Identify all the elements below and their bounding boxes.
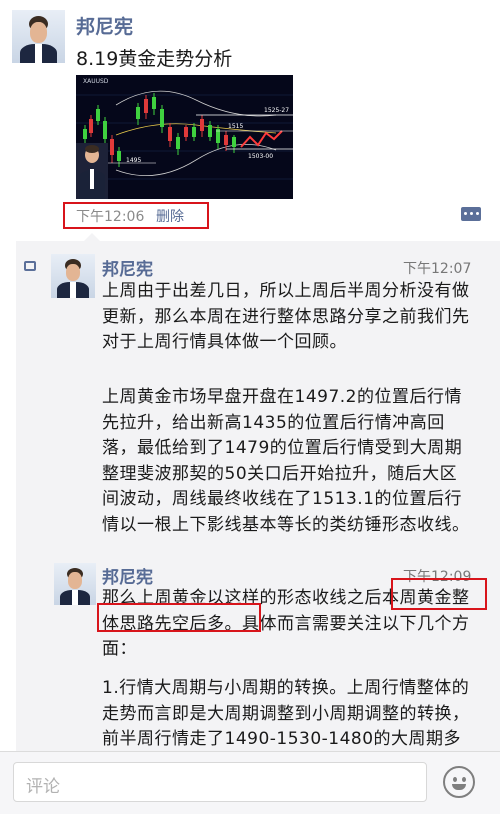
chart-level-label: 1503-00 <box>248 153 273 160</box>
comment-author[interactable]: 邦尼宪 <box>102 563 153 588</box>
post-title: 8.19黄金走势分析 <box>76 48 233 70</box>
chart-level-label: 1525-27 <box>264 107 289 114</box>
chart-symbol-label: XAUUSD <box>83 78 109 85</box>
comment-time: 下午12:07 <box>403 261 472 277</box>
comment-input-placeholder: 评论 <box>26 777 60 797</box>
post-time: 下午12:06 <box>76 209 145 225</box>
comment-paragraph: 上周黄金市场早盘开盘在1497.2的位置后行情先拉升，给出新高1435的位置后行… <box>102 387 470 535</box>
comment-input-bar: 评论 <box>0 751 500 814</box>
delete-link[interactable]: 删除 <box>156 206 184 226</box>
text-highlight <box>97 603 261 632</box>
emoji-icon[interactable] <box>443 766 475 798</box>
chart-thumbnail[interactable]: XAUUSD 1525-27 1515 1495 1503-00 <box>76 75 293 199</box>
comment-author[interactable]: 邦尼宪 <box>102 255 153 280</box>
post-author-avatar[interactable] <box>12 10 65 63</box>
chart-level-label: 1515 <box>228 123 243 130</box>
comment-paragraph: 1.行情大周期与小周期的转换。上周行情整体的走势而言即是大周期调整到小周期调整的… <box>102 678 470 749</box>
chart-level-label: 1495 <box>126 157 141 164</box>
text-highlight <box>391 578 487 610</box>
comment-area-arrow <box>84 233 100 241</box>
comment-icon <box>24 261 36 271</box>
comment-area: 邦尼宪 下午12:07 上周由于出差几日，所以上周后半周分析没有做更新，那么本周… <box>16 241 500 751</box>
more-actions-icon[interactable] <box>461 207 481 221</box>
post-author-name[interactable]: 邦尼宪 <box>76 12 133 39</box>
comment-paragraph: 上周由于出差几日，所以上周后半周分析没有做更新，那么本周在进行整体思路分享之前我… <box>102 281 470 352</box>
chart-thumbnail-graphic: XAUUSD 1525-27 1515 1495 1503-00 <box>76 75 293 199</box>
comment-avatar[interactable] <box>51 254 95 298</box>
comment-avatar[interactable] <box>54 563 96 605</box>
comment-input[interactable]: 评论 <box>13 762 427 802</box>
